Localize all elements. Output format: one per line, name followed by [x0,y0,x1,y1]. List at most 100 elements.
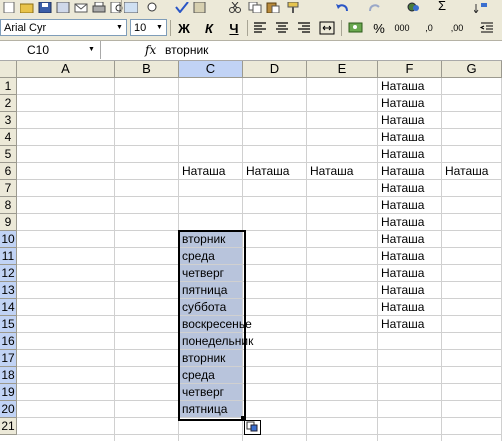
cell-e6[interactable]: Наташа [307,163,353,180]
increase-decimal-button[interactable]: ,0 [418,19,440,37]
select-all-corner[interactable] [0,61,17,78]
row-header-1[interactable]: 1 [0,78,17,95]
cell-f5[interactable]: Наташа [378,146,424,163]
name-box-value: C10 [27,43,50,57]
print-preview-icon-2[interactable] [146,2,160,13]
cell-f15[interactable]: Наташа [378,316,424,333]
autosum-icon[interactable]: Σ [433,0,451,14]
row-header-3[interactable]: 3 [0,112,17,129]
thousands-button[interactable]: 000 [392,19,412,37]
row-header-6[interactable]: 6 [0,163,17,180]
undo-icon[interactable] [335,2,349,13]
align-right-icon[interactable] [295,19,313,37]
cell-d6[interactable]: Наташа [243,163,289,180]
chevron-down-icon[interactable]: ▼ [153,20,166,35]
font-name-select[interactable]: Arial Cyr ▼ [0,19,127,36]
cell-f4[interactable]: Наташа [378,129,424,146]
row-header-16[interactable]: 16 [0,333,17,350]
align-left-icon[interactable] [251,19,269,37]
cell-f3[interactable]: Наташа [378,112,424,129]
format-painter-icon[interactable] [286,2,300,13]
separator [170,20,171,36]
row-header-13[interactable]: 13 [0,282,17,299]
cut-icon[interactable] [228,2,242,13]
row-header-11[interactable]: 11 [0,248,17,265]
cell-f8[interactable]: Наташа [378,197,424,214]
print-icon[interactable] [92,2,106,13]
redo-icon[interactable] [368,2,382,13]
open-folder-icon[interactable] [20,2,34,13]
decrease-decimal-button[interactable]: ,00 [446,19,468,37]
row-header-21[interactable]: 21 [0,418,17,435]
hyperlink-icon[interactable] [407,2,421,13]
row-header-17[interactable]: 17 [0,350,17,367]
column-header-e[interactable]: E [307,61,378,78]
font-size-select[interactable]: 10 ▼ [130,19,167,36]
chevron-down-icon[interactable]: ▼ [88,41,95,59]
column-header-d[interactable]: D [243,61,307,78]
column-header-b[interactable]: B [115,61,179,78]
row-header-8[interactable]: 8 [0,197,17,214]
row-header-18[interactable]: 18 [0,367,17,384]
row-header-20[interactable]: 20 [0,401,17,418]
cell-f13[interactable]: Наташа [378,282,424,299]
separator [121,0,122,12]
cell-f2[interactable]: Наташа [378,95,424,112]
sort-ascending-icon[interactable] [474,2,488,13]
cell-f6[interactable]: Наташа [378,163,424,180]
column-header-f[interactable]: F [378,61,442,78]
autofill-options-icon[interactable] [244,420,261,435]
row-header-14[interactable]: 14 [0,299,17,316]
row-header-4[interactable]: 4 [0,129,17,146]
chevron-down-icon[interactable]: ▼ [113,20,126,35]
italic-button[interactable]: К [200,19,218,37]
align-center-icon[interactable] [273,19,291,37]
cell-c6[interactable]: Наташа [179,163,225,180]
spreadsheet-grid[interactable]: A B C D E F G 1 2 3 4 5 6 7 8 9 10 11 12 13 14 15 16 17 18 19 20 21… [0,61,502,441]
row-header-2[interactable]: 2 [0,95,17,112]
cell-f11[interactable]: Наташа [378,248,424,265]
gridline [17,213,502,214]
cell-g6[interactable]: Наташа [442,163,488,180]
thousands-label: 000 [394,23,410,33]
merge-center-icon[interactable] [318,19,336,37]
gridline [17,145,502,146]
column-header-a[interactable]: A [17,61,115,78]
row-header-10[interactable]: 10 [0,231,17,248]
row-header-12[interactable]: 12 [0,265,17,282]
research-icon[interactable] [124,2,138,13]
cell-f14[interactable]: Наташа [378,299,424,316]
spelling-icon[interactable] [175,2,189,13]
row-header-9[interactable]: 9 [0,214,17,231]
formula-input[interactable]: вторник [165,41,208,59]
cell-f9[interactable]: Наташа [378,214,424,231]
column-header-c[interactable]: C [179,61,243,78]
cell-f1[interactable]: Наташа [378,78,424,95]
row-header-7[interactable]: 7 [0,180,17,197]
bold-button[interactable]: Ж [175,19,193,37]
email-icon[interactable] [74,2,88,13]
research-book-icon[interactable] [193,2,207,13]
name-box[interactable]: C10 ▼ [0,41,101,59]
copy-icon[interactable] [248,2,262,13]
permission-icon[interactable] [56,2,70,13]
row-header-19[interactable]: 19 [0,384,17,401]
decrease-indent-icon[interactable] [478,19,496,37]
save-icon[interactable] [38,2,52,13]
new-file-icon[interactable] [2,2,16,13]
gridline [17,196,502,197]
cell-f10[interactable]: Наташа [378,231,424,248]
separator [247,20,248,36]
formatting-toolbar: Arial Cyr ▼ 10 ▼ Ж К Ч % 000 ,0 ,00 [0,16,502,40]
row-header-5[interactable]: 5 [0,146,17,163]
column-header-g[interactable]: G [442,61,502,78]
cell-f12[interactable]: Наташа [378,265,424,282]
separator [341,20,342,36]
row-header-15[interactable]: 15 [0,316,17,333]
paste-icon[interactable] [266,2,280,13]
insert-function-icon[interactable]: fx [145,41,156,59]
currency-icon[interactable] [347,19,365,37]
underline-button[interactable]: Ч [225,19,243,37]
percent-button[interactable]: % [370,19,388,37]
cell-f7[interactable]: Наташа [378,180,424,197]
